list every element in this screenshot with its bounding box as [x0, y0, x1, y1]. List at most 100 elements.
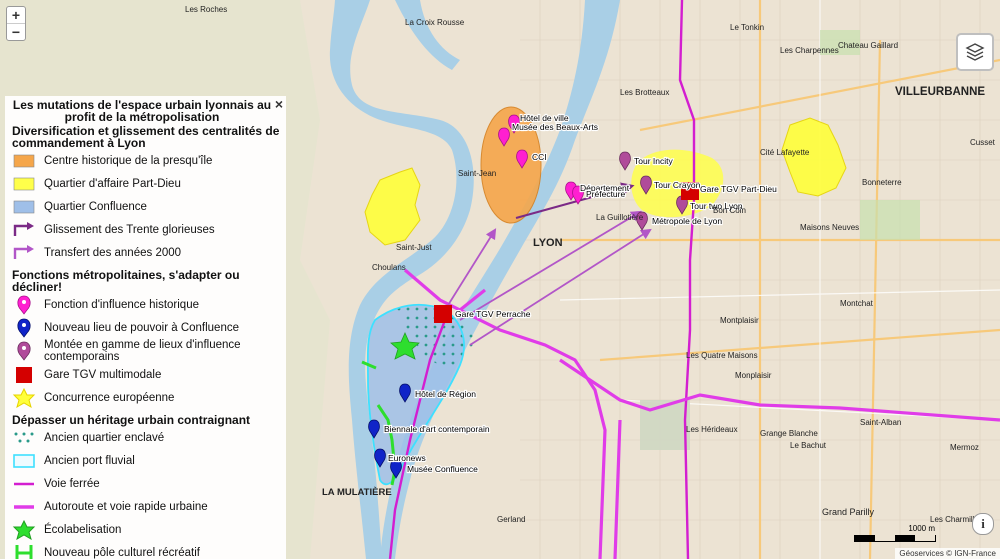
label-euronews: Euronews	[388, 453, 426, 463]
yellow-star-icon	[12, 387, 36, 408]
legend-section-heading: Dépasser un héritage urbain contraignant	[12, 413, 251, 427]
legend-item: Concurrence européenne	[12, 386, 282, 409]
magenta-marker-icon	[12, 295, 36, 315]
legend-item-label: Autoroute et voie rapide urbaine	[44, 500, 208, 513]
place-la-croix-rousse: La Croix Rousse	[405, 18, 465, 27]
attribution[interactable]: Géoservices © IGN-France	[895, 548, 1000, 559]
place-les-charpennes: Les Charpennes	[780, 46, 839, 55]
legend-item-label: Glissement des Trente glorieuses	[44, 223, 215, 236]
place-monplaisir: Monplaisir	[735, 371, 772, 380]
label-cci: CCI	[532, 152, 547, 162]
info-button[interactable]: i	[972, 513, 994, 535]
scale-bar: 1000 m	[854, 524, 936, 542]
legend-item-label: Transfert des années 2000	[44, 246, 182, 259]
place-les-heridieaux: Les Hérideaux	[686, 425, 738, 434]
legend-item: Montée en gamme de lieux d'influence con…	[12, 339, 282, 363]
legend-body: Diversification et glissement des centra…	[12, 125, 282, 559]
legend-item: Ancien port fluvial	[12, 449, 282, 472]
place-quatre-maisons: Les Quatre Maisons	[686, 351, 758, 360]
green-star-icon	[12, 519, 36, 540]
zoom-in-button[interactable]: +	[7, 7, 25, 23]
legend-item: Nouveau pôle culturel récréatif	[12, 541, 282, 559]
place-cusset: Cusset	[970, 138, 996, 147]
legend-item-label: Nouveau lieu de pouvoir à Confluence	[44, 321, 239, 334]
place-gerland: Gerland	[497, 515, 525, 524]
label-biennale: Biennale d'art contemporain	[384, 424, 490, 434]
navy-marker-icon	[12, 318, 36, 338]
place-grand-parilly: Grand Parilly	[822, 507, 875, 517]
legend-item-label: Ancien port fluvial	[44, 454, 135, 467]
place-le-bachut: Le Bachut	[790, 441, 827, 450]
legend-section-heading: Fonctions métropolitaines, s'adapter ou …	[12, 268, 240, 294]
legend-item: Glissement des Trente glorieuses	[12, 218, 282, 241]
legend-item: Transfert des années 2000	[12, 241, 282, 264]
place-la-mulatiere: LA MULATIÈRE	[322, 487, 392, 498]
legend-item: Voie ferrée	[12, 472, 282, 495]
zoom-control: + −	[6, 6, 26, 41]
yellow-fill-icon	[12, 174, 36, 194]
legend-item: Gare TGV multimodale	[12, 363, 282, 386]
green-bracket-icon	[12, 543, 36, 559]
label-tour-oxygene: Tour Crayon	[654, 180, 701, 190]
red-square-icon	[12, 365, 36, 385]
place-bon-coin: Bon Coin	[713, 206, 746, 215]
cyan-outline-icon	[12, 451, 36, 471]
orange-fill-icon	[12, 151, 36, 171]
place-saint-just: Saint-Just	[396, 243, 432, 252]
legend-item: Nouveau lieu de pouvoir à Confluence	[12, 316, 282, 339]
legend-item-label: Centre historique de la presqu'île	[44, 154, 213, 167]
place-montplaisir: Montplaisir	[720, 316, 759, 325]
legend-panel: × Les mutations de l'espace urbain lyonn…	[5, 96, 286, 559]
legend-item-label: Ancien quartier enclavé	[44, 431, 165, 444]
place-les-brotteaux: Les Brotteaux	[620, 88, 669, 97]
legend-item: Ancien quartier enclavé	[12, 426, 282, 449]
place-mermoz: Mermoz	[950, 443, 979, 452]
mauve-marker-icon	[12, 341, 36, 361]
place-saint-alban: Saint-Alban	[860, 418, 901, 427]
place-villeurbanne: VILLEURBANNE	[895, 86, 985, 98]
place-choulans: Choulans	[372, 263, 406, 272]
place-maisons-neuves: Maisons Neuves	[800, 223, 859, 232]
label-hotel-region: Hôtel de Région	[415, 389, 476, 399]
legend-item: Autoroute et voie rapide urbaine	[12, 495, 282, 518]
place-saint-jean: Saint-Jean	[458, 169, 496, 178]
place-montchat: Montchat	[840, 299, 874, 308]
legend-item: Quartier Confluence	[12, 195, 282, 218]
magenta-thick-line-icon	[12, 497, 36, 517]
place-les-roches: Les Roches	[185, 5, 227, 14]
legend-item-label: Gare TGV multimodale	[44, 368, 162, 381]
legend-item-label: Quartier d'affaire Part-Dieu	[44, 177, 181, 190]
legend-title: Les mutations de l'espace urbain lyonnai…	[12, 98, 272, 124]
zoom-out-button[interactable]: −	[7, 23, 25, 40]
label-gare-part-dieu: Gare TGV Part-Dieu	[700, 184, 777, 194]
place-grange-blanche: Grange Blanche	[760, 429, 818, 438]
purple-arrow-icon	[12, 220, 36, 240]
layers-icon	[965, 43, 985, 61]
legend-item-label: Nouveau pôle culturel récréatif	[44, 546, 200, 559]
legend-item-label: Voie ferrée	[44, 477, 100, 490]
legend-item: Quartier d'affaire Part-Dieu	[12, 172, 282, 195]
gare-perrache-marker	[434, 305, 452, 323]
place-la-guillotiere: La Guillotière	[596, 213, 644, 222]
legend-section-heading: Diversification et glissement des centra…	[12, 124, 280, 150]
place-chateau-gaillard: Chateau Gaillard	[838, 41, 898, 50]
place-cite-lafayette: Cité Lafayette	[760, 148, 810, 157]
label-beaux-arts: Musée des Beaux-Arts	[512, 122, 598, 132]
label-metropole: Métropole de Lyon	[652, 216, 722, 226]
legend-item: Centre historique de la presqu'île	[12, 149, 282, 172]
place-le-tonkin: Le Tonkin	[730, 23, 764, 32]
label-gare-perrache: Gare TGV Perrache	[455, 309, 531, 319]
legend-item-label: Fonction d'influence historique	[44, 298, 199, 311]
legend-item-label: Quartier Confluence	[44, 200, 147, 213]
close-icon[interactable]: ×	[275, 96, 283, 112]
layers-button[interactable]	[956, 33, 994, 71]
blue-fill-icon	[12, 197, 36, 217]
scale-label: 1000 m	[908, 524, 935, 533]
legend-item-label: Montée en gamme de lieux d'influence con…	[44, 339, 241, 363]
label-prefecture: Préfecture	[586, 189, 625, 199]
legend-item: Écolabelisation	[12, 518, 282, 541]
place-lyon: LYON	[533, 237, 563, 249]
legend-item: Fonction d'influence historique	[12, 293, 282, 316]
legend-item-label: Concurrence européenne	[44, 391, 175, 404]
violet-arrow-icon	[12, 243, 36, 263]
